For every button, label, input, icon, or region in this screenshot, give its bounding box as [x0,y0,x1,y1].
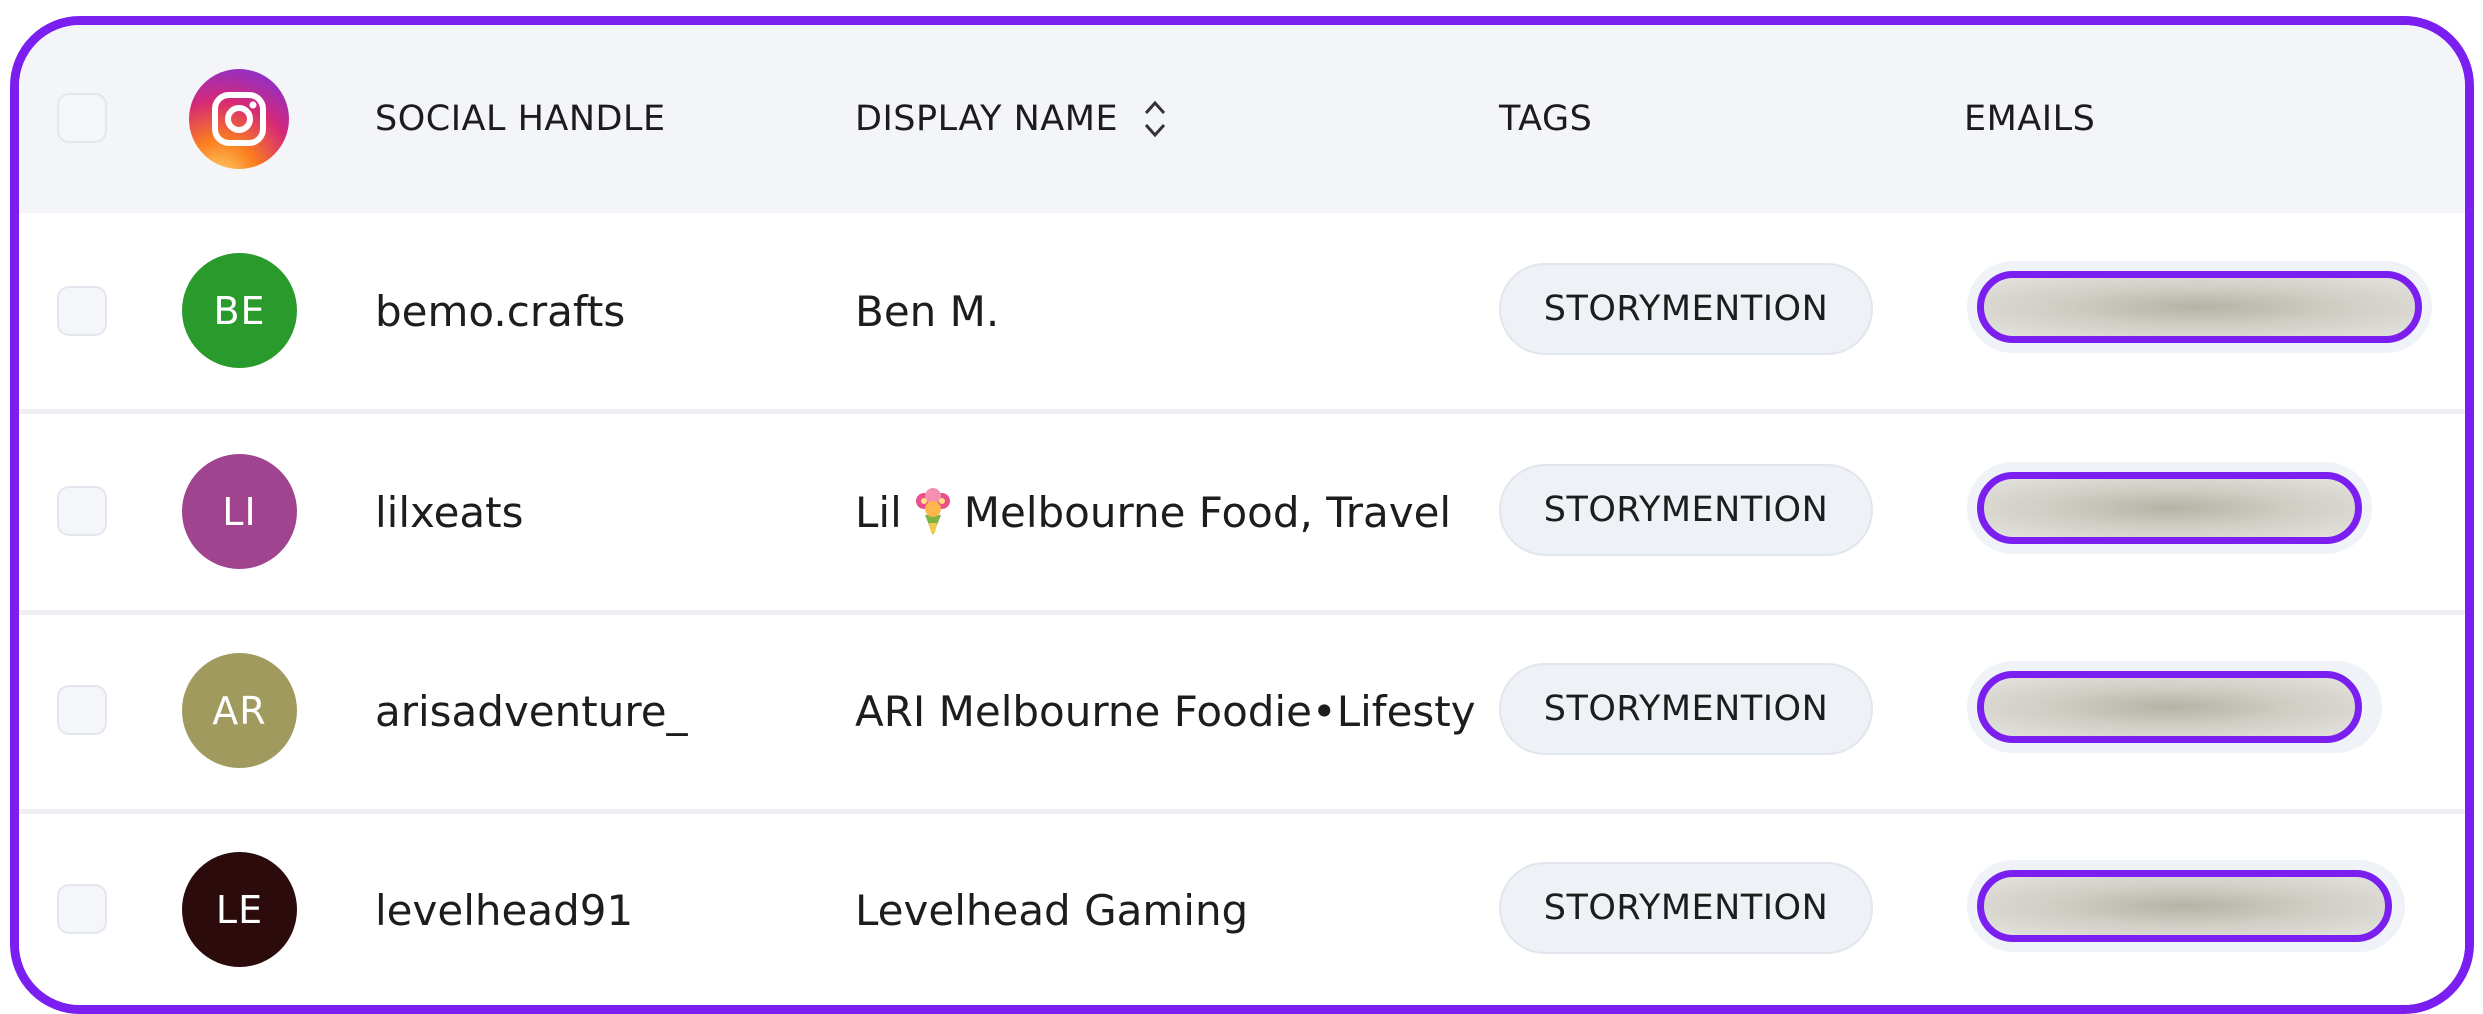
email-redacted[interactable] [1977,271,2422,343]
email-redacted[interactable] [1977,870,2392,942]
display-name: Levelhead Gaming [855,885,1249,935]
contacts-table: SOCIAL HANDLE DISPLAY NAME TAGS EMAILS B… [10,16,2474,1014]
display-name: Ben M. [855,286,1000,336]
email-redacted[interactable] [1977,671,2362,743]
sort-updown-icon[interactable] [1142,95,1168,143]
avatar-initials: LI [222,489,257,534]
row-checkbox[interactable] [57,286,107,336]
row-checkbox[interactable] [57,884,107,934]
avatar-initials: LE [215,887,264,932]
tag-label: STORYMENTION [1543,888,1829,928]
table-row[interactable]: BE bemo.crafts Ben M. STORYMENTION [19,213,2465,409]
social-handle[interactable]: bemo.crafts [375,283,625,339]
instagram-icon [189,69,289,169]
avatar: LE [182,852,297,967]
tag-label: STORYMENTION [1543,289,1829,329]
display-name-part: Melbourne Food, Travel [963,487,1452,537]
row-checkbox[interactable] [57,685,107,735]
column-header-social-handle[interactable]: SOCIAL HANDLE [375,93,666,145]
column-header-emails[interactable]: EMAILS [1964,93,2095,145]
row-checkbox[interactable] [57,486,107,536]
select-all-checkbox[interactable] [57,93,107,143]
avatar: AR [182,653,297,768]
display-name-part: Lil [855,487,902,537]
tag-badge[interactable]: STORYMENTION [1499,464,1873,556]
social-handle[interactable]: lilxeats [375,484,524,540]
email-redacted[interactable] [1977,472,2362,544]
column-header-tags[interactable]: TAGS [1499,93,1592,145]
bouquet-icon [908,487,958,537]
social-handle[interactable]: levelhead91 [375,882,633,938]
table-row[interactable]: LE levelhead91 Levelhead Gaming STORYMEN… [19,814,2465,1005]
social-handle[interactable]: arisadventure_ [375,683,688,739]
avatar: LI [182,454,297,569]
tag-badge[interactable]: STORYMENTION [1499,663,1873,755]
table-header: SOCIAL HANDLE DISPLAY NAME TAGS EMAILS [19,25,2465,213]
table-row[interactable]: AR arisadventure_ ARI Melbourne Foodie•L… [19,615,2465,811]
avatar-initials: BE [213,288,266,333]
avatar-initials: AR [212,688,267,733]
display-name: ARI Melbourne Foodie•Lifestyle [855,686,1477,736]
tag-label: STORYMENTION [1543,689,1829,729]
column-header-display-name[interactable]: DISPLAY NAME [855,93,1168,145]
display-name-header-label: DISPLAY NAME [855,99,1119,139]
tag-badge[interactable]: STORYMENTION [1499,862,1873,954]
table-row[interactable]: LI lilxeats Lil Melbourne Food, Travel S… [19,414,2465,610]
avatar: BE [182,253,297,368]
tag-badge[interactable]: STORYMENTION [1499,263,1873,355]
tag-label: STORYMENTION [1543,490,1829,530]
display-name: Lil Melbourne Food, Travel [855,484,1477,540]
